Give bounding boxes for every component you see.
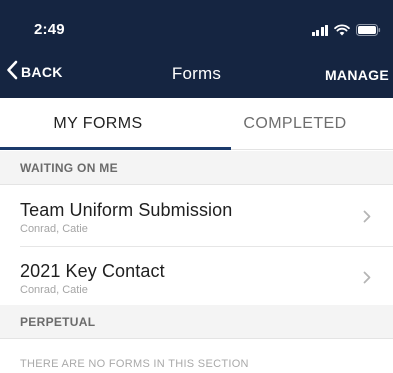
empty-section-message: THERE ARE NO FORMS IN THIS SECTION xyxy=(20,358,249,370)
navigation-bar: BACK Forms MANAGE xyxy=(0,44,393,98)
tab-selected-indicator xyxy=(0,147,231,150)
chevron-right-icon xyxy=(363,271,371,289)
form-subtitle: Conrad, Catie xyxy=(20,284,88,296)
chevron-right-icon xyxy=(363,210,371,228)
section-header-waiting: WAITING ON ME xyxy=(0,151,393,185)
status-icons xyxy=(311,24,382,36)
form-subtitle: Conrad, Catie xyxy=(20,223,88,235)
tab-bar: MY FORMS COMPLETED xyxy=(0,98,393,150)
top-bar: 2:49 BACK Forms MANAGE xyxy=(0,0,393,98)
form-list-item[interactable]: Team Uniform Submission Conrad, Catie xyxy=(0,186,393,244)
section-header-perpetual: PERPETUAL xyxy=(0,305,393,339)
form-list-item[interactable]: 2021 Key Contact Conrad, Catie xyxy=(0,247,393,305)
form-title: Team Uniform Submission xyxy=(20,200,233,220)
wifi-icon xyxy=(334,24,350,36)
status-bar: 2:49 xyxy=(0,0,393,44)
status-time: 2:49 xyxy=(34,21,65,38)
tab-completed[interactable]: COMPLETED xyxy=(197,98,393,150)
tab-my-forms[interactable]: MY FORMS xyxy=(0,98,196,150)
battery-icon xyxy=(356,24,381,36)
form-title: 2021 Key Contact xyxy=(20,261,165,281)
signal-icon xyxy=(311,24,328,36)
manage-button[interactable]: MANAGE xyxy=(325,67,389,83)
